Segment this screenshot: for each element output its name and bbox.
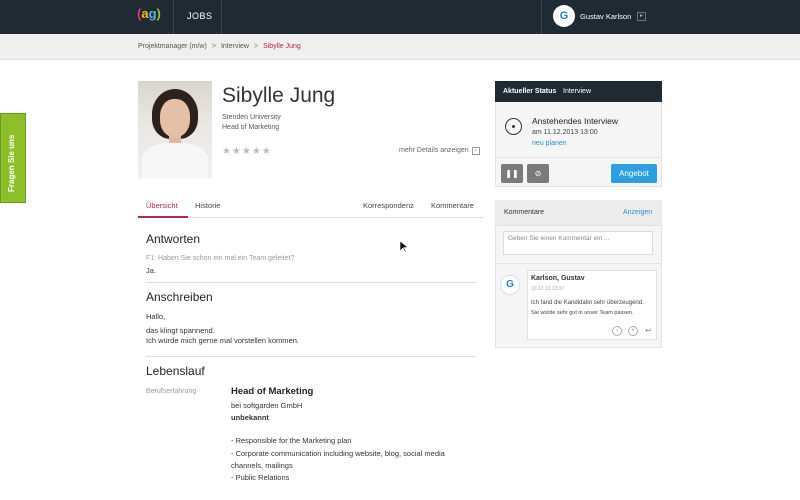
cv-heading: Lebenslauf	[146, 364, 205, 378]
mouse-cursor-icon	[399, 240, 409, 258]
breadcrumb-bar: Projektmanager (m/w) > Interview > Sibylle J…	[0, 34, 800, 60]
breadcrumb-separator: >	[211, 43, 216, 50]
comment-text: Sie würde sehr gut in unser Team passen.	[531, 310, 634, 316]
comment-add-icon[interactable]: +	[628, 326, 638, 336]
tab-overview[interactable]: Übersicht	[146, 201, 178, 210]
letter-greeting: Hallo,	[146, 312, 166, 321]
candidate-photo	[138, 81, 212, 179]
breadcrumb-interview[interactable]: Interview	[221, 43, 249, 50]
letter-line: das klingt spannend.	[146, 326, 215, 335]
cv-job-title: Head of Marketing	[231, 386, 314, 397]
comment-text: Ich fand die Kandidatin sehr überzeugend…	[531, 300, 644, 306]
user-menu-icon[interactable]: ▸	[637, 12, 646, 21]
candidate-school: Stenden University	[222, 114, 281, 121]
status-label: Aktueller Status	[503, 88, 557, 95]
breadcrumb: Projektmanager (m/w) > Interview > Sibylle J…	[138, 43, 301, 50]
cancel-icon: ⊘	[534, 169, 542, 178]
comments-header: Kommentare Anzeigen	[495, 200, 662, 226]
rating-stars[interactable]: ★★★★★	[222, 146, 272, 157]
breadcrumb-job[interactable]: Projektmanager (m/w)	[138, 43, 207, 50]
interview-date: am 11.12.2013 13:00	[532, 129, 598, 136]
comment-reply-icon[interactable]: ↩	[645, 326, 652, 335]
feedback-tab[interactable]: Fragen Sie uns	[0, 113, 26, 203]
topbar-divider	[221, 0, 222, 34]
pause-icon: ❚❚	[505, 169, 519, 178]
cover-letter-heading: Anschreiben	[146, 290, 213, 304]
clock-icon	[505, 118, 522, 135]
comment-input[interactable]: Geben Sie einen Kommentar ein ...	[503, 231, 653, 255]
breadcrumb-separator: >	[253, 43, 259, 50]
topbar-divider	[173, 0, 174, 34]
comments-title: Kommentare	[504, 209, 545, 216]
status-divider	[495, 157, 662, 158]
cv-bullet: - Corporate communication including webs…	[231, 449, 445, 458]
status-value: Interview	[563, 88, 592, 95]
tab-comments[interactable]: Kommentare	[431, 201, 474, 210]
nav-jobs[interactable]: JOBS	[187, 11, 213, 21]
cv-period: unbekannt	[231, 413, 269, 422]
offer-button[interactable]: Angebot	[611, 164, 657, 183]
cv-section-label: Berufserfahrung	[146, 388, 197, 395]
tab-correspondence[interactable]: Korrespondenz	[363, 201, 414, 210]
answer-text: Ja.	[146, 266, 157, 275]
user-name[interactable]: Gustav Karlson	[580, 12, 631, 21]
candidate-role: Head of Marketing	[222, 124, 280, 131]
top-navigation-bar: (ag) JOBS G Gustav Karlson ▸	[0, 0, 800, 34]
more-details-link[interactable]: mehr Details anzeigen ›	[399, 147, 480, 155]
cv-bullet: channels, mailings	[231, 461, 293, 470]
app-logo[interactable]: (ag)	[137, 6, 161, 26]
pause-button[interactable]: ❚❚	[501, 164, 523, 183]
tab-history[interactable]: Historie	[195, 201, 220, 210]
letter-line: Ich würde mich gerne mal vorstellen komm…	[146, 336, 299, 345]
expand-icon: ›	[471, 147, 480, 155]
reschedule-link[interactable]: neu planen	[532, 140, 567, 147]
show-comments-link[interactable]: Anzeigen	[623, 209, 652, 216]
status-header: Aktueller Status Interview	[495, 81, 662, 102]
comment-date: 10.12.13 13:37	[531, 286, 565, 292]
topbar-divider	[541, 0, 542, 34]
comment-author: Karlson, Gustav	[531, 275, 585, 282]
cv-bullet: - Public Relations	[231, 473, 290, 482]
comment-like-icon[interactable]: ›	[612, 326, 622, 336]
cancel-button[interactable]: ⊘	[527, 164, 549, 183]
question-text: F1: Haben Sie schon ein mal ein Team gel…	[146, 255, 295, 262]
section-divider	[146, 356, 476, 357]
section-divider	[146, 282, 476, 283]
cv-bullet: - Responsible for the Marketing plan	[231, 436, 352, 445]
active-tab-indicator	[138, 216, 188, 218]
upcoming-interview-title: Anstehendes Interview	[532, 116, 618, 126]
breadcrumb-candidate: Sibylle Jung	[263, 43, 301, 50]
comment-avatar: G	[500, 275, 520, 295]
feedback-tab-label: Fragen Sie uns	[7, 134, 16, 192]
answers-heading: Antworten	[146, 232, 201, 246]
comments-divider	[495, 263, 662, 264]
cv-company: bei softgarden GmbH	[231, 401, 303, 410]
profile-tabs: Übersicht Historie Korrespondenz Komment…	[138, 194, 484, 218]
candidate-name: Sibylle Jung	[222, 84, 336, 107]
user-avatar[interactable]: G	[553, 5, 575, 27]
